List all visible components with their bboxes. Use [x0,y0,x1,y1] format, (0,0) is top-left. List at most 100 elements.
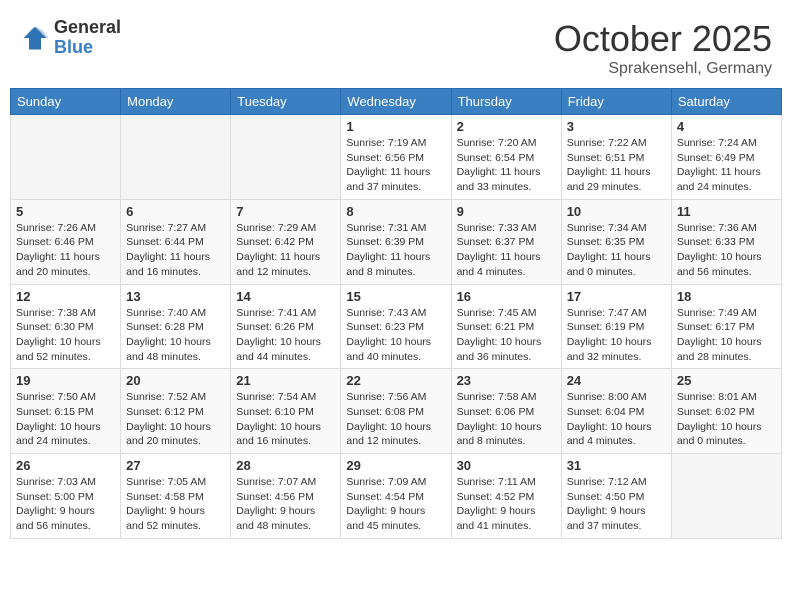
day-number: 9 [457,204,556,219]
day-number: 13 [126,289,225,304]
day-number: 30 [457,458,556,473]
calendar-cell: 21 Sunrise: 7:54 AM Sunset: 6:10 PM Dayli… [231,369,341,454]
day-number: 24 [567,373,666,388]
calendar-cell: 9 Sunrise: 7:33 AM Sunset: 6:37 PM Daylig… [451,199,561,284]
calendar-cell: 12 Sunrise: 7:38 AM Sunset: 6:30 PM Dayli… [11,284,121,369]
calendar-cell: 7Sunrise: 7:29 AM Sunset: 6:42 PM Daylig… [231,199,341,284]
calendar-cell: 19 Sunrise: 7:50 AM Sunset: 6:15 PM Dayli… [11,369,121,454]
day-number: 1 [346,119,445,134]
day-number: 6 [126,204,225,219]
calendar-cell: 31 Sunrise: 7:12 AM Sunset: 4:50 PM Dayli… [561,454,671,539]
calendar-cell [121,115,231,200]
day-number: 19 [16,373,115,388]
weekday-header: Wednesday [341,89,451,115]
calendar-cell: 2 Sunrise: 7:20 AM Sunset: 6:54 PM Daylig… [451,115,561,200]
day-info: Sunrise: 7:09 AM Sunset: 4:54 PM Dayligh… [346,475,445,534]
day-number: 27 [126,458,225,473]
day-info: Sunrise: 7:22 AM Sunset: 6:51 PM Dayligh… [567,136,666,195]
calendar-cell: 20 Sunrise: 7:52 AM Sunset: 6:12 PM Dayli… [121,369,231,454]
day-info: Sunrise: 7:33 AM Sunset: 6:37 PM Dayligh… [457,221,556,280]
calendar-cell: 26 Sunrise: 7:03 AM Sunset: 5:00 PM Dayli… [11,454,121,539]
logo-icon [20,23,50,53]
day-info: Sunrise: 7:34 AM Sunset: 6:35 PM Dayligh… [567,221,666,280]
day-number: 14 [236,289,335,304]
day-number: 22 [346,373,445,388]
weekday-header: Thursday [451,89,561,115]
day-number: 31 [567,458,666,473]
day-info: Sunrise: 7:50 AM Sunset: 6:15 PM Dayligh… [16,390,115,449]
day-info: Sunrise: 7:24 AM Sunset: 6:49 PM Dayligh… [677,136,776,195]
calendar-cell: 29 Sunrise: 7:09 AM Sunset: 4:54 PM Dayli… [341,454,451,539]
calendar-cell: 27 Sunrise: 7:05 AM Sunset: 4:58 PM Dayli… [121,454,231,539]
location: Sprakensehl, Germany [554,60,772,78]
calendar-cell: 11 Sunrise: 7:36 AM Sunset: 6:33 PM Dayli… [671,199,781,284]
day-info: Sunrise: 7:03 AM Sunset: 5:00 PM Dayligh… [16,475,115,534]
day-info: Sunrise: 7:19 AM Sunset: 6:56 PM Dayligh… [346,136,445,195]
calendar-cell: 16Sunrise: 7:45 AM Sunset: 6:21 PM Dayli… [451,284,561,369]
calendar-cell: 17Sunrise: 7:47 AM Sunset: 6:19 PM Dayli… [561,284,671,369]
calendar-week-row: 5Sunrise: 7:26 AM Sunset: 6:46 PM Daylig… [11,199,782,284]
day-number: 25 [677,373,776,388]
calendar-cell: 1 Sunrise: 7:19 AM Sunset: 6:56 PM Daylig… [341,115,451,200]
day-info: Sunrise: 7:58 AM Sunset: 6:06 PM Dayligh… [457,390,556,449]
weekday-header: Friday [561,89,671,115]
page-header: General Blue October 2025 Sprakensehl, G… [10,10,782,82]
calendar-week-row: 19 Sunrise: 7:50 AM Sunset: 6:15 PM Dayli… [11,369,782,454]
day-number: 28 [236,458,335,473]
logo-general-text: General [54,18,121,38]
day-info: Sunrise: 7:56 AM Sunset: 6:08 PM Dayligh… [346,390,445,449]
calendar-cell: 3 Sunrise: 7:22 AM Sunset: 6:51 PM Daylig… [561,115,671,200]
day-info: Sunrise: 7:45 AM Sunset: 6:21 PM Dayligh… [457,306,556,365]
day-info: Sunrise: 7:26 AM Sunset: 6:46 PM Dayligh… [16,221,115,280]
calendar-table: SundayMondayTuesdayWednesdayThursdayFrid… [10,88,782,539]
day-number: 3 [567,119,666,134]
day-info: Sunrise: 7:12 AM Sunset: 4:50 PM Dayligh… [567,475,666,534]
day-info: Sunrise: 8:01 AM Sunset: 6:02 PM Dayligh… [677,390,776,449]
day-info: Sunrise: 7:36 AM Sunset: 6:33 PM Dayligh… [677,221,776,280]
calendar-cell: 18 Sunrise: 7:49 AM Sunset: 6:17 PM Dayli… [671,284,781,369]
calendar-cell: 24 Sunrise: 8:00 AM Sunset: 6:04 PM Dayli… [561,369,671,454]
day-number: 4 [677,119,776,134]
title-block: October 2025 Sprakensehl, Germany [554,18,772,78]
calendar-cell: 22 Sunrise: 7:56 AM Sunset: 6:08 PM Dayli… [341,369,451,454]
calendar-cell: 25 Sunrise: 8:01 AM Sunset: 6:02 PM Dayli… [671,369,781,454]
calendar-cell: 28Sunrise: 7:07 AM Sunset: 4:56 PM Dayli… [231,454,341,539]
day-number: 26 [16,458,115,473]
day-number: 21 [236,373,335,388]
calendar-cell: 15Sunrise: 7:43 AM Sunset: 6:23 PM Dayli… [341,284,451,369]
logo-text: General Blue [54,18,121,58]
day-info: Sunrise: 7:49 AM Sunset: 6:17 PM Dayligh… [677,306,776,365]
day-number: 10 [567,204,666,219]
day-info: Sunrise: 8:00 AM Sunset: 6:04 PM Dayligh… [567,390,666,449]
weekday-header: Sunday [11,89,121,115]
calendar-cell: 13 Sunrise: 7:40 AM Sunset: 6:28 PM Dayli… [121,284,231,369]
calendar-week-row: 26 Sunrise: 7:03 AM Sunset: 5:00 PM Dayli… [11,454,782,539]
weekday-header: Saturday [671,89,781,115]
day-info: Sunrise: 7:38 AM Sunset: 6:30 PM Dayligh… [16,306,115,365]
logo: General Blue [20,18,121,58]
day-info: Sunrise: 7:52 AM Sunset: 6:12 PM Dayligh… [126,390,225,449]
day-number: 20 [126,373,225,388]
day-number: 12 [16,289,115,304]
day-number: 2 [457,119,556,134]
calendar-week-row: 1 Sunrise: 7:19 AM Sunset: 6:56 PM Daylig… [11,115,782,200]
calendar-cell: 5Sunrise: 7:26 AM Sunset: 6:46 PM Daylig… [11,199,121,284]
calendar-cell [671,454,781,539]
calendar-cell: 8Sunrise: 7:31 AM Sunset: 6:39 PM Daylig… [341,199,451,284]
calendar-cell: 23 Sunrise: 7:58 AM Sunset: 6:06 PM Dayli… [451,369,561,454]
day-number: 29 [346,458,445,473]
day-info: Sunrise: 7:20 AM Sunset: 6:54 PM Dayligh… [457,136,556,195]
day-number: 18 [677,289,776,304]
calendar-cell: 10 Sunrise: 7:34 AM Sunset: 6:35 PM Dayli… [561,199,671,284]
day-info: Sunrise: 7:05 AM Sunset: 4:58 PM Dayligh… [126,475,225,534]
day-info: Sunrise: 7:41 AM Sunset: 6:26 PM Dayligh… [236,306,335,365]
weekday-header-row: SundayMondayTuesdayWednesdayThursdayFrid… [11,89,782,115]
day-info: Sunrise: 7:54 AM Sunset: 6:10 PM Dayligh… [236,390,335,449]
weekday-header: Tuesday [231,89,341,115]
day-number: 11 [677,204,776,219]
day-info: Sunrise: 7:43 AM Sunset: 6:23 PM Dayligh… [346,306,445,365]
day-info: Sunrise: 7:29 AM Sunset: 6:42 PM Dayligh… [236,221,335,280]
day-info: Sunrise: 7:40 AM Sunset: 6:28 PM Dayligh… [126,306,225,365]
day-info: Sunrise: 7:31 AM Sunset: 6:39 PM Dayligh… [346,221,445,280]
day-number: 23 [457,373,556,388]
